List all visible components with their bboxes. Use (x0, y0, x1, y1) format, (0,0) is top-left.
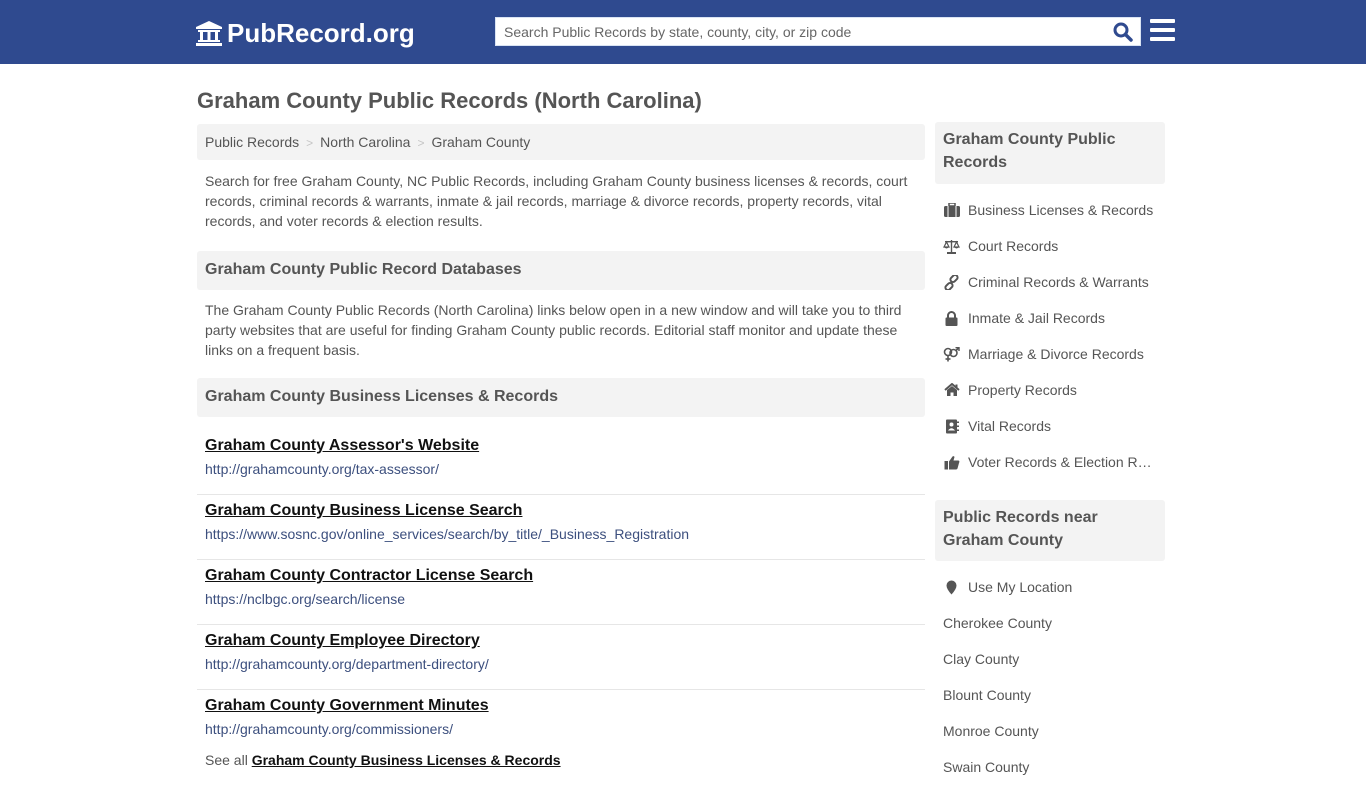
nearby-county-link[interactable]: Clay County (935, 641, 1165, 677)
record-link-title[interactable]: Graham County Assessor's Website (205, 436, 479, 456)
courthouse-icon (196, 21, 222, 46)
record-link-title[interactable]: Graham County Employee Directory (205, 631, 480, 651)
record-link-url[interactable]: https://nclbgc.org/search/license (205, 591, 917, 607)
record-link-url[interactable]: http://grahamcounty.org/tax-assessor/ (205, 461, 917, 477)
link-icon (943, 274, 960, 290)
sidebar-item-label: Property Records (968, 382, 1077, 398)
sidebar-item-voter[interactable]: Voter Records & Election Results (935, 444, 1165, 480)
breadcrumb-separator: > (417, 136, 425, 150)
databases-description: The Graham County Public Records (North … (205, 302, 902, 358)
use-my-location-label: Use My Location (968, 579, 1073, 595)
use-my-location-button[interactable]: Use My Location (935, 569, 1165, 605)
record-link-url[interactable]: http://grahamcounty.org/commissioners/ (205, 721, 917, 737)
gender-icon (943, 346, 960, 362)
breadcrumb-public-records[interactable]: Public Records (205, 134, 299, 150)
list-item: Graham County Employee Directory http://… (197, 625, 925, 690)
sidebar-item-label: Criminal Records & Warrants (968, 274, 1149, 290)
sidebar-item-label: Business Licenses & Records (968, 202, 1154, 218)
breadcrumb: Public Records > North Carolina > Graham Cou… (197, 124, 925, 160)
databases-heading: Graham County Public Record Databases (197, 251, 925, 290)
sidebar-item-inmate[interactable]: Inmate & Jail Records (935, 300, 1165, 336)
sidebar-item-property[interactable]: Property Records (935, 372, 1165, 408)
record-link-url[interactable]: http://grahamcounty.org/department-direc… (205, 656, 917, 672)
site-logo[interactable]: PubRecord.org (195, 17, 415, 49)
sidebar-item-criminal[interactable]: Criminal Records & Warrants (935, 264, 1165, 300)
search-icon[interactable] (1112, 21, 1134, 43)
logo-text: PubRecord.org (227, 18, 415, 48)
search-box (495, 17, 1141, 46)
record-link-url[interactable]: https://www.sosnc.gov/online_services/se… (205, 526, 917, 542)
page-title: Graham County Public Records (North Caro… (197, 88, 702, 113)
breadcrumb-graham-county[interactable]: Graham County (431, 134, 530, 150)
business-heading: Graham County Business Licenses & Record… (197, 378, 925, 417)
contact-book-icon (943, 418, 960, 434)
hamburger-menu-icon[interactable] (1150, 19, 1175, 42)
record-link-title[interactable]: Graham County Contractor License Search (205, 566, 533, 586)
intro-text: Search for free Graham County, NC Public… (205, 173, 908, 229)
sidebar-item-label: Inmate & Jail Records (968, 310, 1105, 326)
see-all-prefix: See all (205, 752, 248, 768)
sidebar-item-business[interactable]: Business Licenses & Records (935, 192, 1165, 228)
see-all-link[interactable]: Graham County Business Licenses & Record… (252, 752, 561, 768)
map-marker-icon (943, 579, 960, 595)
sidebar-item-court[interactable]: Court Records (935, 228, 1165, 264)
record-link-title[interactable]: Graham County Business License Search (205, 501, 522, 521)
sidebar-item-marriage[interactable]: Marriage & Divorce Records (935, 336, 1165, 372)
nearby-county-link[interactable]: Swain County (935, 749, 1165, 785)
list-item: Graham County Contractor License Search … (197, 560, 925, 625)
sidebar-records-list: Business Licenses & Records Court Record… (935, 192, 1165, 480)
record-link-title[interactable]: Graham County Government Minutes (205, 696, 489, 716)
sidebar-item-label: Court Records (968, 238, 1059, 254)
thumbs-up-icon (943, 454, 960, 470)
sidebar-nearby-heading: Public Records near Graham County (935, 500, 1165, 561)
briefcase-icon (943, 202, 960, 218)
sidebar-item-label: Voter Records & Election Results (968, 454, 1158, 470)
nearby-county-link[interactable]: Monroe County (935, 713, 1165, 749)
lock-icon (943, 310, 960, 326)
list-item: Graham County Assessor's Website http://… (197, 430, 925, 495)
sidebar-item-label: Vital Records (968, 418, 1052, 434)
business-links-list: Graham County Assessor's Website http://… (197, 430, 925, 755)
breadcrumb-separator: > (306, 136, 314, 150)
sidebar-item-vital[interactable]: Vital Records (935, 408, 1165, 444)
list-item: Graham County Government Minutes http://… (197, 690, 925, 755)
nearby-county-link[interactable]: Cherokee County (935, 605, 1165, 641)
list-item: Graham County Business License Search ht… (197, 495, 925, 560)
sidebar-item-label: Marriage & Divorce Records (968, 346, 1144, 362)
sidebar-nearby-list: Use My Location Cherokee County Clay Cou… (935, 569, 1165, 785)
top-navbar: PubRecord.org (0, 0, 1366, 64)
nearby-county-link[interactable]: Blount County (935, 677, 1165, 713)
sidebar-records-heading: Graham County Public Records (935, 122, 1165, 184)
scales-icon (943, 238, 960, 254)
home-icon (943, 382, 960, 398)
breadcrumb-north-carolina[interactable]: North Carolina (320, 134, 410, 150)
search-input[interactable] (496, 18, 1106, 45)
see-all-row: See all Graham County Business Licenses … (205, 752, 561, 768)
